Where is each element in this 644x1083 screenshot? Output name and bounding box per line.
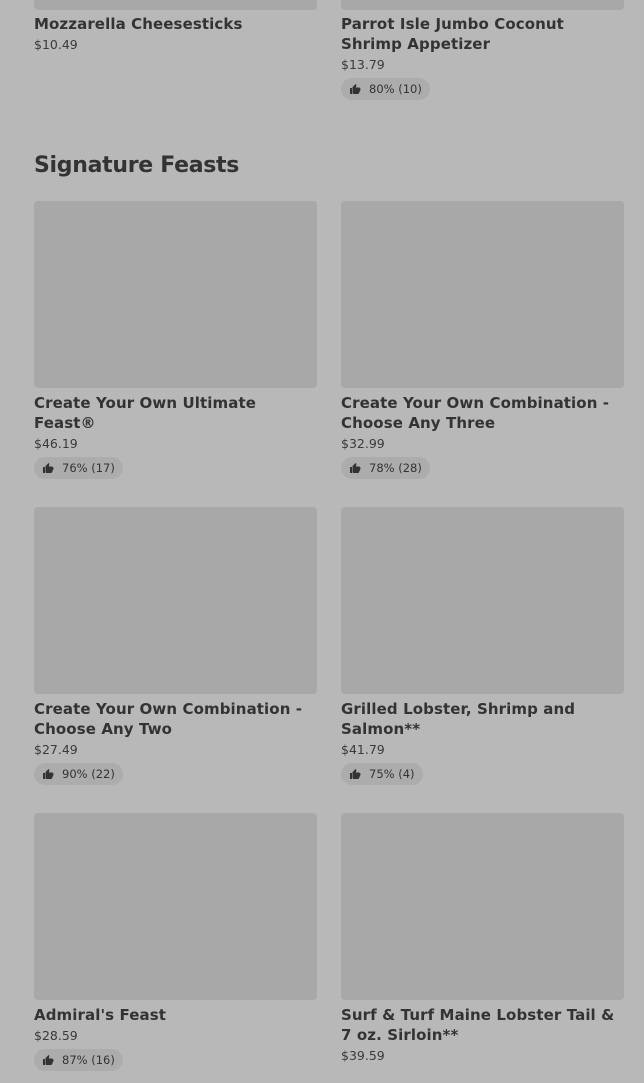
rating-text: 76% (17) [62,461,115,475]
item-price: $41.79 [341,742,385,757]
rating-text: 90% (22) [62,767,115,781]
item-image[interactable] [34,507,317,694]
item-name[interactable]: Create Your Own Combination - Choose Any… [34,699,317,739]
item-image[interactable] [34,201,317,388]
item-price: $46.19 [34,436,78,451]
rating-badge[interactable]: 76% (17) [34,457,123,479]
rating-badge[interactable]: 90% (22) [34,763,123,785]
thumbs-up-icon [350,84,361,94]
item-image[interactable] [341,0,624,10]
item-name[interactable]: Create Your Own Ultimate Feast® [34,393,317,433]
rating-badge[interactable]: 87% (16) [34,1049,123,1071]
thumbs-up-icon [43,769,54,779]
item-image[interactable] [341,813,624,1000]
item-price: $32.99 [341,436,385,451]
item-price: $28.59 [34,1028,78,1043]
item-name[interactable]: Parrot Isle Jumbo Coconut Shrimp Appetiz… [341,14,624,54]
rating-text: 78% (28) [369,461,422,475]
item-price: $27.49 [34,742,78,757]
item-name[interactable]: Admiral's Feast [34,1005,317,1025]
menu-page: Mozzarella Cheesesticks $10.49 Parrot Is… [0,0,644,1083]
rating-badge[interactable]: 78% (28) [341,457,430,479]
menu-item-card[interactable]: Create Your Own Ultimate Feast® $46.19 7… [34,201,317,479]
menu-item-card[interactable]: Parrot Isle Jumbo Coconut Shrimp Appetiz… [341,0,624,100]
rating-badge[interactable]: 75% (4) [341,763,423,785]
item-price: $13.79 [341,57,385,72]
thumbs-up-icon [43,463,54,473]
item-name[interactable]: Mozzarella Cheesesticks [34,14,317,34]
rating-text: 75% (4) [369,767,415,781]
item-name[interactable]: Surf & Turf Maine Lobster Tail & 7 oz. S… [341,1005,624,1045]
item-name[interactable]: Create Your Own Combination - Choose Any… [341,393,624,433]
rating-badge[interactable]: 80% (10) [341,78,430,100]
menu-item-card[interactable]: Admiral's Feast $28.59 87% (16) [34,813,317,1071]
menu-item-card[interactable]: Create Your Own Combination - Choose Any… [341,201,624,479]
rating-text: 80% (10) [369,82,422,96]
thumbs-up-icon [43,1055,54,1065]
menu-item-card[interactable]: Create Your Own Combination - Choose Any… [34,507,317,785]
menu-item-card[interactable]: Mozzarella Cheesesticks $10.49 [34,0,317,53]
item-name[interactable]: Grilled Lobster, Shrimp and Salmon** [341,699,624,739]
menu-item-card[interactable]: Grilled Lobster, Shrimp and Salmon** $41… [341,507,624,785]
item-image[interactable] [341,507,624,694]
menu-item-card[interactable]: Surf & Turf Maine Lobster Tail & 7 oz. S… [341,813,624,1064]
item-image[interactable] [34,813,317,1000]
thumbs-up-icon [350,463,361,473]
rating-text: 87% (16) [62,1053,115,1067]
section-title: Signature Feasts [34,153,240,178]
item-price: $10.49 [34,37,78,52]
thumbs-up-icon [350,769,361,779]
item-image[interactable] [341,201,624,388]
item-image[interactable] [34,0,317,10]
item-price: $39.59 [341,1048,385,1063]
